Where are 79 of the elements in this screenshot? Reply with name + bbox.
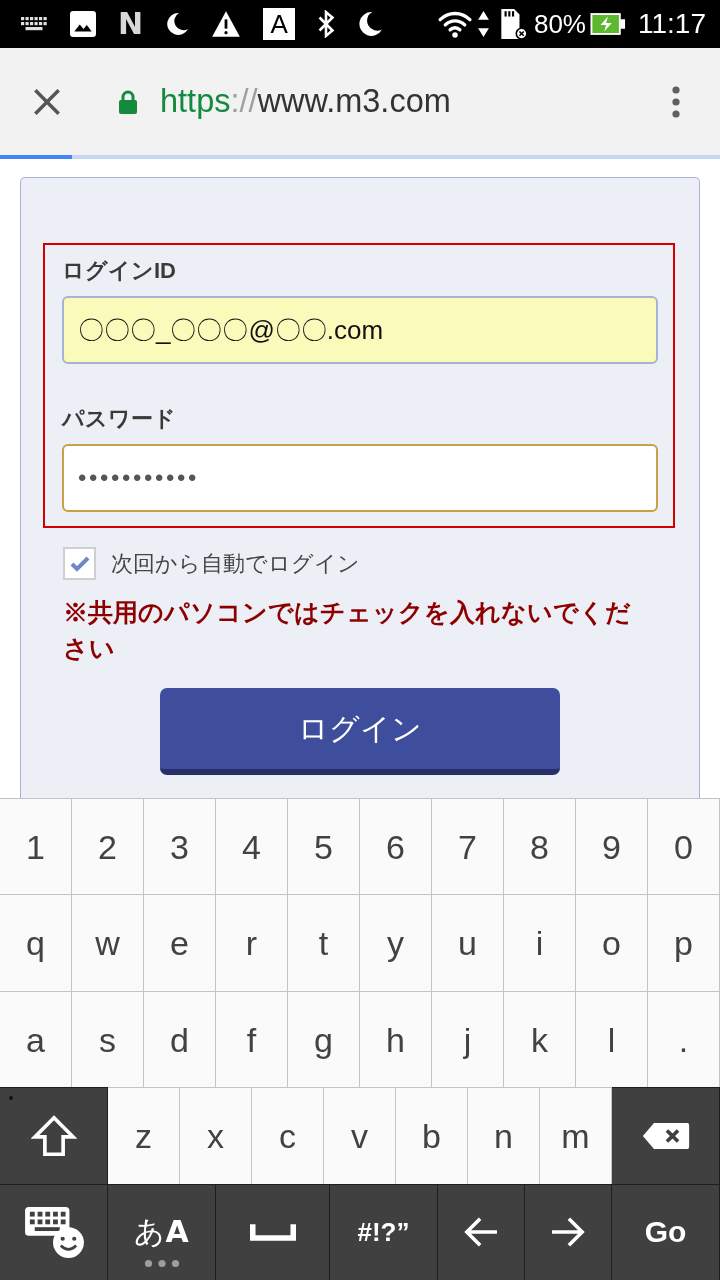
keyboard-key[interactable]: m <box>540 1087 612 1184</box>
space-icon <box>249 1223 296 1241</box>
keyboard-key[interactable]: q <box>0 894 72 991</box>
keyboard-key[interactable]: x <box>180 1087 252 1184</box>
keyboard-key[interactable]: 9 <box>576 798 648 895</box>
keyboard-key[interactable]: v <box>324 1087 396 1184</box>
keyboard-key[interactable]: p <box>648 894 720 991</box>
login-id-field[interactable]: 〇〇〇_〇〇〇@〇〇.com <box>62 296 658 364</box>
keyboard-key[interactable]: 1 <box>0 798 72 895</box>
keyboard-key[interactable]: u <box>432 894 504 991</box>
keyboard-key[interactable]: 8 <box>504 798 576 895</box>
keyboard-key[interactable]: t <box>288 894 360 991</box>
cursor-right-key[interactable] <box>525 1183 612 1280</box>
shift-key[interactable] <box>0 1087 108 1184</box>
close-icon[interactable] <box>33 87 61 116</box>
moon-icon <box>165 12 190 36</box>
keyboard-key[interactable]: s <box>72 990 144 1088</box>
keyboard-key[interactable]: o <box>576 894 648 991</box>
keyboard-settings-key[interactable] <box>0 1183 108 1280</box>
menu-icon[interactable] <box>672 85 680 118</box>
backspace-key[interactable] <box>612 1087 720 1184</box>
keyboard-key[interactable]: 0 <box>648 798 720 895</box>
backspace-icon <box>640 1120 691 1151</box>
wifi-icon <box>435 9 474 39</box>
cursor-left-key[interactable] <box>438 1183 525 1280</box>
keyboard-key[interactable]: k <box>504 990 576 1088</box>
warning-icon <box>211 10 242 38</box>
clock-time: 11:17 <box>638 10 706 38</box>
keyboard-key[interactable]: w <box>72 894 144 991</box>
battery-percent: 80% <box>533 11 586 37</box>
indicator-dot-icon <box>9 1096 13 1101</box>
keyboard-key[interactable]: z <box>108 1087 180 1184</box>
app-badge: A <box>263 8 296 40</box>
keyboard-key[interactable]: e <box>144 894 216 991</box>
keyboard-key[interactable]: r <box>216 894 288 991</box>
login-button[interactable]: ログイン <box>160 688 560 775</box>
keyboard-key[interactable]: i <box>504 894 576 991</box>
keyboard-key[interactable]: c <box>252 1087 324 1184</box>
input-mode-key[interactable]: あA <box>108 1183 216 1280</box>
keyboard-key[interactable]: l <box>576 990 648 1088</box>
field-label: ログインID <box>62 257 177 285</box>
password-field[interactable]: ••••••••••• <box>62 444 658 512</box>
keyboard-key[interactable]: 3 <box>144 798 216 895</box>
arrow-left-icon <box>463 1216 499 1249</box>
moon-icon <box>357 11 384 37</box>
field-label: パスワード <box>62 405 177 433</box>
keyboard-key[interactable]: h <box>360 990 432 1088</box>
battery-charging-icon <box>590 12 626 36</box>
data-arrows-icon <box>476 10 490 38</box>
keyboard-key[interactable]: n <box>468 1087 540 1184</box>
keyboard-emoji-icon <box>22 1205 85 1260</box>
symbols-key[interactable]: #!?” <box>330 1183 438 1280</box>
image-icon <box>70 11 96 37</box>
go-key[interactable]: Go <box>612 1183 720 1280</box>
keyboard-key[interactable]: 2 <box>72 798 144 895</box>
space-key[interactable] <box>216 1183 330 1280</box>
warning-text: ※共用のパソコンではチェックを入れないでください <box>63 597 632 664</box>
keyboard-key[interactable]: a <box>0 990 72 1088</box>
notification-logo: N <box>118 9 144 39</box>
keyboard-key[interactable]: 5 <box>288 798 360 895</box>
keyboard-key[interactable]: d <box>144 990 216 1088</box>
keyboard-key[interactable]: 7 <box>432 798 504 895</box>
keyboard-key[interactable]: j <box>432 990 504 1088</box>
keyboard-key[interactable]: f <box>216 990 288 1088</box>
keyboard-key[interactable]: y <box>360 894 432 991</box>
keyboard-key[interactable]: b <box>396 1087 468 1184</box>
remember-label[interactable]: 次回から自動でログイン <box>111 548 360 579</box>
keyboard-key[interactable]: g <box>288 990 360 1088</box>
shift-icon <box>30 1114 77 1157</box>
check-icon <box>69 555 90 572</box>
remember-checkbox[interactable] <box>63 547 96 580</box>
keyboard-key[interactable]: 4 <box>216 798 288 895</box>
url-text[interactable]: https://www.m3.com <box>160 85 451 118</box>
keyboard-key[interactable]: . <box>648 990 720 1088</box>
arrow-right-icon <box>550 1216 586 1249</box>
keyboard-key[interactable]: 6 <box>360 798 432 895</box>
keyboard-icon <box>20 16 48 32</box>
bluetooth-icon <box>317 10 336 38</box>
more-dots-icon <box>143 1259 180 1269</box>
